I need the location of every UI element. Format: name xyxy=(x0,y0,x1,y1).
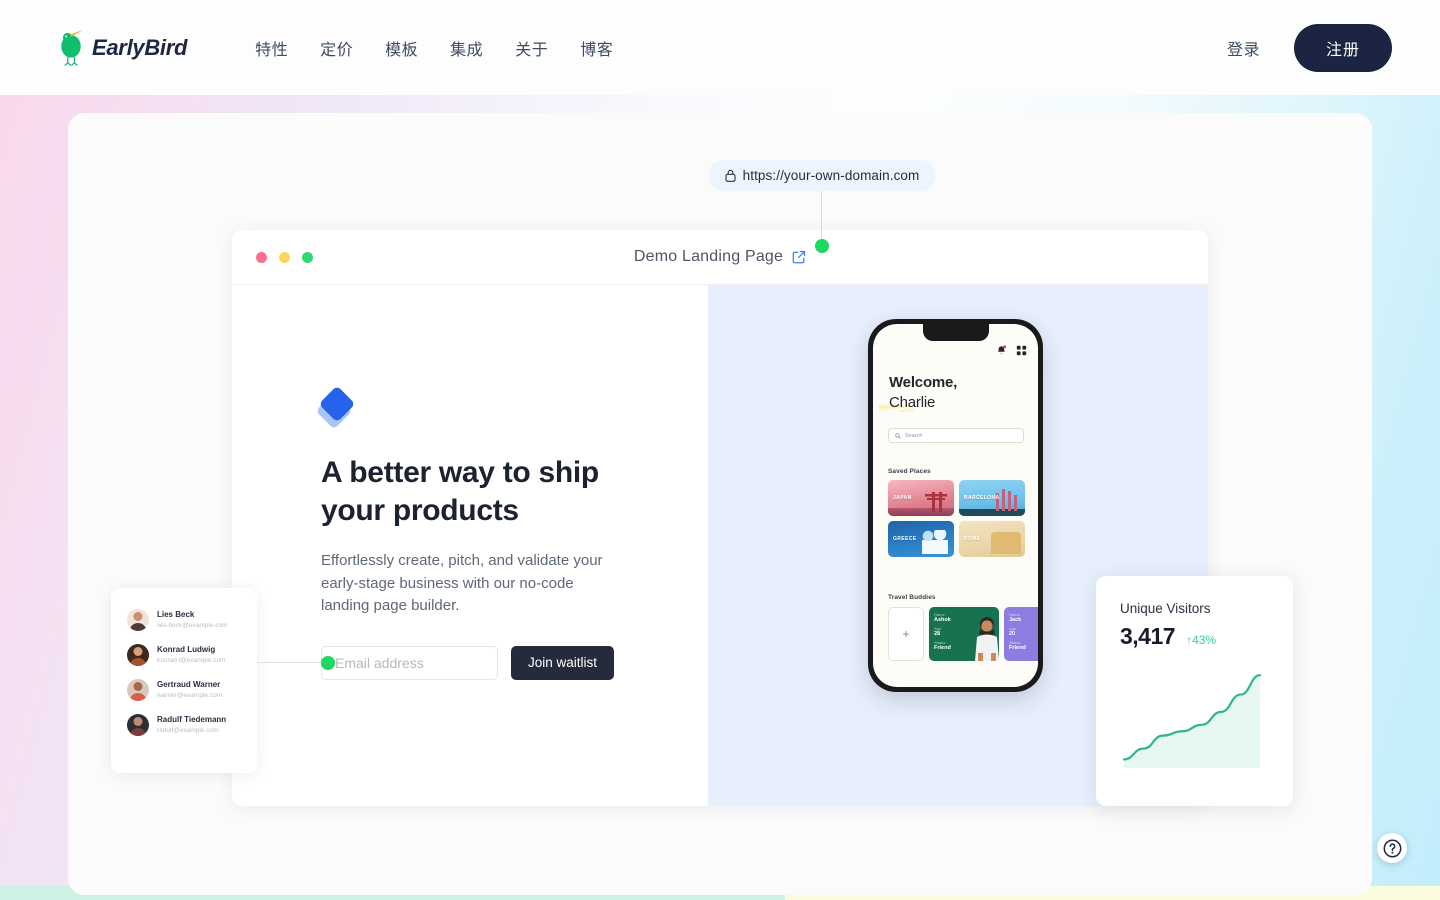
landing-hero-copy: A better way to ship your products Effor… xyxy=(232,285,708,806)
avatar xyxy=(127,679,149,701)
help-button[interactable] xyxy=(1377,833,1407,863)
phone-welcome-block: Welcome, Charlie xyxy=(889,374,957,411)
list-item[interactable]: Radulf Tiedemann radulf@example.com xyxy=(127,714,257,736)
lock-icon xyxy=(725,169,736,182)
place-card-japan[interactable]: JAPAN xyxy=(888,480,954,516)
phone-search-placeholder: Search xyxy=(905,432,923,439)
grid-icon[interactable] xyxy=(1016,345,1027,356)
maximize-dot-icon[interactable] xyxy=(302,251,313,263)
demo-browser-window: Demo Landing Page A better way to ship y… xyxy=(232,230,1208,806)
join-waitlist-button[interactable]: Join waitlist xyxy=(511,645,615,680)
buddy-status-value: Friend xyxy=(1009,645,1026,652)
hero-subtitle: Effortlessly create, pitch, and validate… xyxy=(321,552,603,614)
avatar xyxy=(127,609,149,631)
visitors-area-chart xyxy=(1122,674,1262,768)
hero-title-line1: A better way to ship xyxy=(321,456,599,489)
subscriber-name: Lies Beck xyxy=(157,610,195,620)
waitlist-form: Join waitlist xyxy=(321,645,708,680)
place-label: BARCELONA xyxy=(964,495,1000,501)
buddy-name-value: Jack xyxy=(1009,617,1022,623)
place-card-greece[interactable]: GREECE xyxy=(888,521,954,557)
nav-item-integrations[interactable]: 集成 xyxy=(450,36,483,60)
search-icon xyxy=(895,432,901,439)
url-anchor-dot xyxy=(815,239,829,253)
subscriber-email: warner@example.com xyxy=(157,691,223,699)
phone-screen: Welcome, Charlie Search Saved Places JAP… xyxy=(873,324,1038,687)
travel-buddies-list: + Name Ashok Age 28 Status Friend Name J… xyxy=(888,607,1038,661)
list-item[interactable]: Gertraud Warner warner@example.com xyxy=(127,679,257,701)
external-link-icon[interactable] xyxy=(792,250,806,264)
top-navigation-bar: EarlyBird 特性 定价 模板 集成 关于 博客 登录 注册 xyxy=(0,0,1440,95)
subscriber-list-card: Lies Beck lies.beck@example.com Konrad L… xyxy=(111,588,257,773)
visitors-label: Unique Visitors xyxy=(1120,601,1211,616)
visitors-delta-badge: ↑43% xyxy=(1186,633,1217,647)
nav-item-pricing[interactable]: 定价 xyxy=(320,36,353,60)
saved-places-grid: JAPAN BARCELONA GREECE ROME xyxy=(888,480,1025,557)
subscriber-email: lies.beck@example.com xyxy=(157,621,228,629)
nav-item-templates[interactable]: 模板 xyxy=(385,36,418,60)
custom-domain-pill[interactable]: https://your-own-domain.com xyxy=(708,160,936,191)
buddy-avatar-illustration xyxy=(975,617,999,661)
question-mark-circle-icon xyxy=(1383,839,1402,858)
unique-visitors-card: Unique Visitors 3,417 ↑43% xyxy=(1096,576,1293,806)
avatar xyxy=(127,714,149,736)
brand-name: EarlyBird xyxy=(92,34,188,60)
phone-mockup: Welcome, Charlie Search Saved Places JAP… xyxy=(868,319,1043,692)
phone-search-input[interactable]: Search xyxy=(888,428,1024,443)
nav-right-actions: 登录 注册 xyxy=(1227,23,1392,72)
subscriber-email: konrad.l@example.com xyxy=(157,656,226,664)
minimize-dot-icon[interactable] xyxy=(279,251,290,263)
phone-notch xyxy=(922,324,989,341)
buddy-age-value: 20 xyxy=(1009,631,1016,638)
blue-diamond-logo xyxy=(315,385,357,430)
nav-item-features[interactable]: 特性 xyxy=(255,36,288,60)
subscriber-name: Radulf Tiedemann xyxy=(157,715,227,725)
nav-item-about[interactable]: 关于 xyxy=(515,36,548,60)
nav-item-blog[interactable]: 博客 xyxy=(580,36,613,60)
kiwi-bird-icon xyxy=(56,27,86,69)
login-link[interactable]: 登录 xyxy=(1227,36,1260,60)
travel-buddies-title: Travel Buddies xyxy=(888,594,936,601)
subscriber-name: Konrad Ludwig xyxy=(157,645,216,655)
subscriber-email: radulf@example.com xyxy=(157,726,219,734)
place-label: GREECE xyxy=(893,536,917,542)
brand-logo-link[interactable]: EarlyBird xyxy=(56,27,187,69)
phone-welcome-line1: Welcome, xyxy=(889,374,958,391)
phone-status-icons xyxy=(996,345,1027,356)
hero-title-line2: your products xyxy=(321,494,519,527)
page-title: A better way to ship your products xyxy=(321,458,621,526)
buddy-card-ashok[interactable]: Name Ashok Age 28 Status Friend xyxy=(929,607,999,661)
add-buddy-button[interactable]: + xyxy=(888,607,924,661)
window-traffic-lights xyxy=(256,251,313,263)
buddy-card-jack[interactable]: Name Jack Age 20 Status Friend xyxy=(1004,607,1038,661)
place-card-barcelona[interactable]: BARCELONA xyxy=(959,480,1025,516)
main-nav-links: 特性 定价 模板 集成 关于 博客 xyxy=(255,36,613,60)
subscriber-connector-line xyxy=(257,662,323,663)
bell-icon[interactable] xyxy=(996,345,1007,356)
custom-domain-text: https://your-own-domain.com xyxy=(742,168,920,183)
signup-button[interactable]: 注册 xyxy=(1293,23,1392,72)
place-label: JAPAN xyxy=(893,495,912,501)
email-input[interactable] xyxy=(321,645,498,680)
browser-content: A better way to ship your products Effor… xyxy=(232,285,1208,806)
browser-titlebar: Demo Landing Page xyxy=(232,230,1208,285)
browser-title-text: Demo Landing Page xyxy=(633,248,784,265)
place-label: ROME xyxy=(964,536,981,542)
saved-places-title: Saved Places xyxy=(888,468,931,475)
browser-title-group: Demo Landing Page xyxy=(232,230,1208,284)
subscriber-name: Gertraud Warner xyxy=(157,680,221,690)
subscriber-anchor-dot xyxy=(321,656,335,670)
close-dot-icon[interactable] xyxy=(256,251,267,263)
list-item[interactable]: Lies Beck lies.beck@example.com xyxy=(127,609,257,631)
list-item[interactable]: Konrad Ludwig konrad.l@example.com xyxy=(127,644,257,666)
phone-welcome-line2: Charlie xyxy=(889,394,936,411)
avatar xyxy=(127,644,149,666)
place-card-rome[interactable]: ROME xyxy=(959,521,1025,557)
